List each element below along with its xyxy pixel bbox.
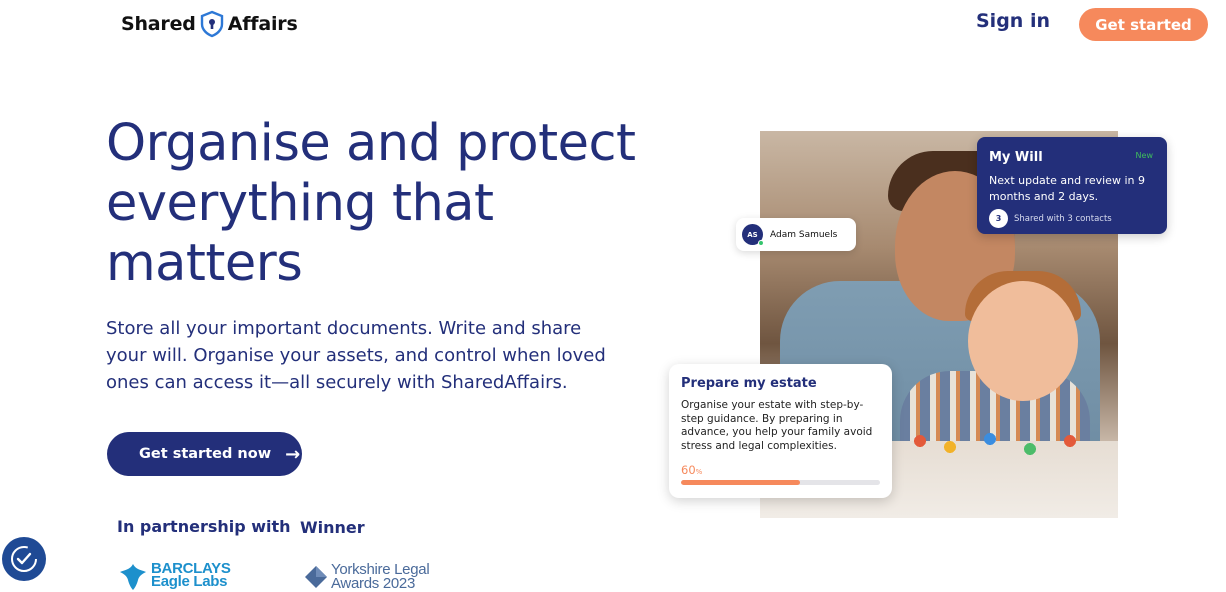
estate-title: Prepare my estate <box>681 376 817 391</box>
yorkshire-legal-awards-logo: Yorkshire Legal Awards 2023 <box>303 562 430 592</box>
barclays-line2: Eagle Labs <box>151 573 228 590</box>
new-badge: New <box>1135 151 1153 160</box>
winner-label: Winner <box>300 518 365 537</box>
photo-kid-head <box>968 281 1078 401</box>
avatar-initials: AS <box>747 230 758 239</box>
will-shared-row: 3 Shared with 3 contacts <box>989 209 1155 228</box>
eagle-icon <box>120 564 146 590</box>
estate-progress-fill <box>681 480 801 485</box>
accessibility-check-icon <box>11 546 37 572</box>
estate-percent-value: 60 <box>681 463 696 477</box>
user-name: Adam Samuels <box>770 229 838 240</box>
estate-progress-bar <box>681 480 880 485</box>
logo[interactable]: Shared Affairs <box>121 10 298 38</box>
my-will-card: My Will New Next update and review in 9 … <box>977 137 1167 234</box>
prepare-estate-card: Prepare my estate Organise your estate w… <box>669 364 892 498</box>
online-status-dot <box>758 240 764 246</box>
shield-keyhole-icon <box>200 10 223 38</box>
estate-percent-unit: % <box>695 468 703 476</box>
partnership-label: In partnership with <box>117 517 291 536</box>
barclays-eagle-labs-logo: BARCLAYS Eagle Labs <box>118 561 231 592</box>
hero-title: Organise and protect everything that mat… <box>106 114 636 293</box>
yorkshire-line2: Awards 2023 <box>331 575 415 592</box>
arrow-right-icon: → <box>285 443 301 465</box>
get-started-now-button[interactable]: Get started now → <box>107 432 302 476</box>
avatar: AS <box>742 224 764 246</box>
user-pill: AS Adam Samuels <box>736 218 856 251</box>
hero-subtitle: Store all your important documents. Writ… <box>106 318 606 393</box>
shared-count: 3 <box>989 209 1008 228</box>
estate-percent: 60% <box>681 463 880 477</box>
photo-toy-bricks <box>900 421 1100 461</box>
shared-text: Shared with 3 contacts <box>1014 213 1112 224</box>
will-review-text: Next update and review in 9 months and 2… <box>989 174 1145 203</box>
will-title: My Will <box>989 150 1043 165</box>
logo-text-shared: Shared <box>121 13 196 35</box>
diamond-icon <box>305 566 327 588</box>
get-started-button[interactable]: Get started <box>1079 8 1208 41</box>
logo-text-affairs: Affairs <box>227 13 298 35</box>
estate-text: Organise your estate with step-by-step g… <box>681 399 873 452</box>
signin-link[interactable]: Sign in <box>976 10 1050 32</box>
cta-label: Get started now <box>139 446 272 462</box>
accessibility-check-button[interactable] <box>2 537 46 581</box>
